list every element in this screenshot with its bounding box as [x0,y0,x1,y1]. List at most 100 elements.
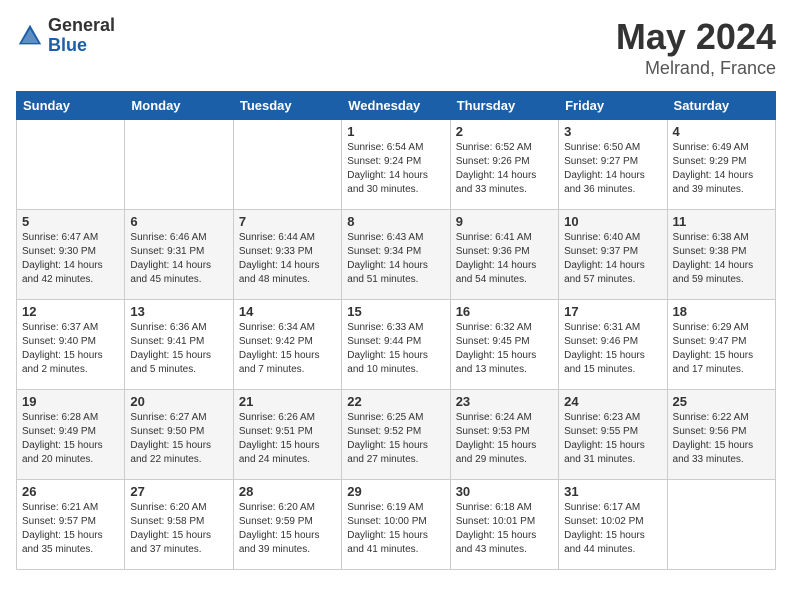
calendar-cell: 28 Sunrise: 6:20 AM Sunset: 9:59 PM Dayli… [233,480,341,570]
day-number: 16 [456,304,553,319]
weekday-header-friday: Friday [559,92,667,120]
day-info: Sunrise: 6:18 AM Sunset: 10:01 PM Daylig… [456,501,553,557]
day-number: 12 [22,304,119,319]
day-number: 8 [347,214,444,229]
day-info: Sunrise: 6:27 AM Sunset: 9:50 PM Dayligh… [130,411,227,467]
day-number: 2 [456,124,553,139]
week-row-4: 19 Sunrise: 6:28 AM Sunset: 9:49 PM Dayli… [17,390,776,480]
weekday-header-row: SundayMondayTuesdayWednesdayThursdayFrid… [17,92,776,120]
day-info: Sunrise: 6:32 AM Sunset: 9:45 PM Dayligh… [456,321,553,377]
day-info: Sunrise: 6:29 AM Sunset: 9:47 PM Dayligh… [673,321,770,377]
day-number: 31 [564,484,661,499]
day-info: Sunrise: 6:28 AM Sunset: 9:49 PM Dayligh… [22,411,119,467]
day-info: Sunrise: 6:31 AM Sunset: 9:46 PM Dayligh… [564,321,661,377]
day-number: 27 [130,484,227,499]
calendar-cell: 14 Sunrise: 6:34 AM Sunset: 9:42 PM Dayli… [233,300,341,390]
week-row-2: 5Sunrise: 6:47 AM Sunset: 9:30 PM Daylig… [17,210,776,300]
logo-icon [16,22,44,50]
calendar-cell: 24Sunrise: 6:23 AM Sunset: 9:55 PM Dayli… [559,390,667,480]
day-number: 1 [347,124,444,139]
calendar-cell: 31 Sunrise: 6:17 AM Sunset: 10:02 PM Dayl… [559,480,667,570]
day-number: 22 [347,394,444,409]
day-info: Sunrise: 6:26 AM Sunset: 9:51 PM Dayligh… [239,411,336,467]
calendar-cell: 9 Sunrise: 6:41 AM Sunset: 9:36 PM Daylig… [450,210,558,300]
logo: General Blue [16,16,115,56]
day-number: 18 [673,304,770,319]
logo-text: General Blue [48,16,115,56]
day-number: 19 [22,394,119,409]
calendar-cell: 29 Sunrise: 6:19 AM Sunset: 10:00 PM Dayl… [342,480,450,570]
day-info: Sunrise: 6:49 AM Sunset: 9:29 PM Dayligh… [673,141,770,197]
calendar-cell: 12 Sunrise: 6:37 AM Sunset: 9:40 PM Dayli… [17,300,125,390]
calendar-cell: 18 Sunrise: 6:29 AM Sunset: 9:47 PM Dayli… [667,300,775,390]
weekday-header-monday: Monday [125,92,233,120]
calendar-cell: 7Sunrise: 6:44 AM Sunset: 9:33 PM Daylig… [233,210,341,300]
day-number: 14 [239,304,336,319]
day-number: 21 [239,394,336,409]
day-info: Sunrise: 6:33 AM Sunset: 9:44 PM Dayligh… [347,321,444,377]
weekday-header-wednesday: Wednesday [342,92,450,120]
calendar-cell: 16 Sunrise: 6:32 AM Sunset: 9:45 PM Dayli… [450,300,558,390]
calendar-cell [667,480,775,570]
weekday-header-thursday: Thursday [450,92,558,120]
day-info: Sunrise: 6:46 AM Sunset: 9:31 PM Dayligh… [130,231,227,287]
day-info: Sunrise: 6:43 AM Sunset: 9:34 PM Dayligh… [347,231,444,287]
day-number: 15 [347,304,444,319]
page-header: General Blue May 2024 Melrand, France [16,16,776,79]
calendar-cell: 20 Sunrise: 6:27 AM Sunset: 9:50 PM Dayli… [125,390,233,480]
day-info: Sunrise: 6:40 AM Sunset: 9:37 PM Dayligh… [564,231,661,287]
calendar-cell: 1 Sunrise: 6:54 AM Sunset: 9:24 PM Daylig… [342,120,450,210]
day-number: 3 [564,124,661,139]
calendar-cell: 4Sunrise: 6:49 AM Sunset: 9:29 PM Daylig… [667,120,775,210]
calendar-cell: 3Sunrise: 6:50 AM Sunset: 9:27 PM Daylig… [559,120,667,210]
day-info: Sunrise: 6:23 AM Sunset: 9:55 PM Dayligh… [564,411,661,467]
day-info: Sunrise: 6:34 AM Sunset: 9:42 PM Dayligh… [239,321,336,377]
logo-general: General [48,16,115,36]
day-number: 26 [22,484,119,499]
day-info: Sunrise: 6:54 AM Sunset: 9:24 PM Dayligh… [347,141,444,197]
day-info: Sunrise: 6:19 AM Sunset: 10:00 PM Daylig… [347,501,444,557]
day-number: 7 [239,214,336,229]
calendar-cell: 21 Sunrise: 6:26 AM Sunset: 9:51 PM Dayli… [233,390,341,480]
day-info: Sunrise: 6:17 AM Sunset: 10:02 PM Daylig… [564,501,661,557]
day-info: Sunrise: 6:36 AM Sunset: 9:41 PM Dayligh… [130,321,227,377]
calendar-cell: 17Sunrise: 6:31 AM Sunset: 9:46 PM Dayli… [559,300,667,390]
day-info: Sunrise: 6:21 AM Sunset: 9:57 PM Dayligh… [22,501,119,557]
day-info: Sunrise: 6:37 AM Sunset: 9:40 PM Dayligh… [22,321,119,377]
location-title: Melrand, France [616,58,776,79]
calendar-cell: 23Sunrise: 6:24 AM Sunset: 9:53 PM Dayli… [450,390,558,480]
day-info: Sunrise: 6:47 AM Sunset: 9:30 PM Dayligh… [22,231,119,287]
title-block: May 2024 Melrand, France [616,16,776,79]
day-number: 23 [456,394,553,409]
calendar-cell: 13 Sunrise: 6:36 AM Sunset: 9:41 PM Dayli… [125,300,233,390]
calendar-cell: 5Sunrise: 6:47 AM Sunset: 9:30 PM Daylig… [17,210,125,300]
calendar-cell: 26 Sunrise: 6:21 AM Sunset: 9:57 PM Dayli… [17,480,125,570]
calendar-table: SundayMondayTuesdayWednesdayThursdayFrid… [16,91,776,570]
day-number: 9 [456,214,553,229]
calendar-cell: 8 Sunrise: 6:43 AM Sunset: 9:34 PM Daylig… [342,210,450,300]
calendar-cell: 30 Sunrise: 6:18 AM Sunset: 10:01 PM Dayl… [450,480,558,570]
day-info: Sunrise: 6:20 AM Sunset: 9:58 PM Dayligh… [130,501,227,557]
day-info: Sunrise: 6:25 AM Sunset: 9:52 PM Dayligh… [347,411,444,467]
logo-blue: Blue [48,36,115,56]
day-number: 20 [130,394,227,409]
weekday-header-sunday: Sunday [17,92,125,120]
day-number: 29 [347,484,444,499]
day-number: 13 [130,304,227,319]
calendar-cell: 19 Sunrise: 6:28 AM Sunset: 9:49 PM Dayli… [17,390,125,480]
day-info: Sunrise: 6:20 AM Sunset: 9:59 PM Dayligh… [239,501,336,557]
week-row-5: 26 Sunrise: 6:21 AM Sunset: 9:57 PM Dayli… [17,480,776,570]
calendar-cell: 22 Sunrise: 6:25 AM Sunset: 9:52 PM Dayli… [342,390,450,480]
calendar-cell [17,120,125,210]
calendar-cell [233,120,341,210]
week-row-3: 12 Sunrise: 6:37 AM Sunset: 9:40 PM Dayli… [17,300,776,390]
day-number: 28 [239,484,336,499]
month-title: May 2024 [616,16,776,58]
weekday-header-tuesday: Tuesday [233,92,341,120]
day-info: Sunrise: 6:41 AM Sunset: 9:36 PM Dayligh… [456,231,553,287]
calendar-cell: 15 Sunrise: 6:33 AM Sunset: 9:44 PM Dayli… [342,300,450,390]
calendar-cell [125,120,233,210]
day-info: Sunrise: 6:38 AM Sunset: 9:38 PM Dayligh… [673,231,770,287]
calendar-cell: 11Sunrise: 6:38 AM Sunset: 9:38 PM Dayli… [667,210,775,300]
day-number: 30 [456,484,553,499]
